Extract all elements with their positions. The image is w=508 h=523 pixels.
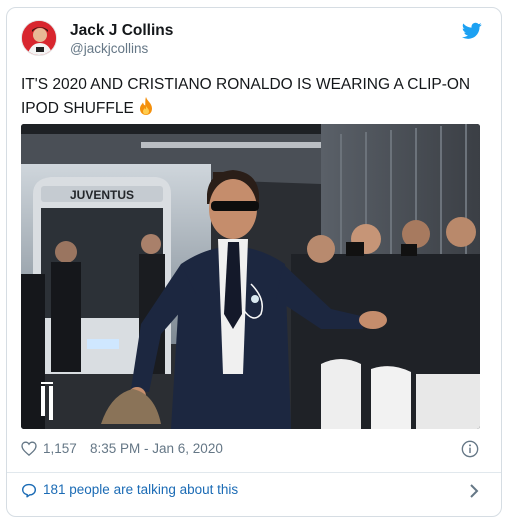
- author-name[interactable]: Jack J Collins: [70, 22, 173, 40]
- like-count[interactable]: 1,157: [43, 441, 77, 456]
- tweet-photo[interactable]: JUVENTUS: [21, 124, 480, 429]
- conversation-label[interactable]: 181 people are talking about this: [43, 482, 238, 497]
- tweet-timestamp[interactable]: 8:35 PM - Jan 6, 2020: [90, 441, 223, 456]
- tweet-body: IT'S 2020 AND CRISTIANO RONALDO IS WEARI…: [21, 76, 471, 117]
- info-icon[interactable]: [461, 440, 479, 458]
- bus-sign: JUVENTUS: [70, 188, 134, 202]
- tweet-meta: 1,157 8:35 PM - Jan 6, 2020: [21, 440, 481, 460]
- author-handle[interactable]: @jackjcollins: [70, 41, 148, 56]
- twitter-bird-icon[interactable]: [462, 22, 482, 40]
- conversation-link[interactable]: 181 people are talking about this: [21, 480, 481, 502]
- avatar[interactable]: [21, 20, 57, 56]
- chevron-right-icon[interactable]: [469, 484, 479, 498]
- heart-icon[interactable]: [21, 441, 37, 456]
- speech-bubble-icon: [21, 483, 37, 498]
- fire-emoji-icon: [137, 96, 155, 123]
- tweet-text: IT'S 2020 AND CRISTIANO RONALDO IS WEARI…: [21, 74, 481, 123]
- divider: [7, 472, 501, 473]
